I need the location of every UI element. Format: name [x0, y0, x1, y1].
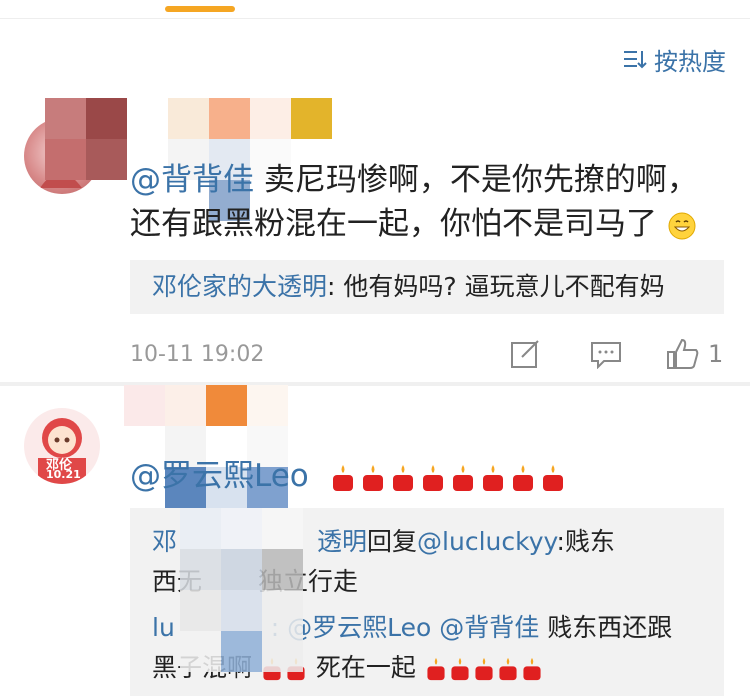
- sort-label: 按热度: [654, 48, 726, 76]
- candle-icon: [512, 464, 533, 491]
- like-icon[interactable]: [666, 338, 700, 370]
- mention-link[interactable]: @lucluckyy: [417, 527, 556, 556]
- reply-username[interactable]: 邓: [152, 527, 177, 556]
- candle-icon: [475, 657, 493, 681]
- comment-body: @背背佳 卖尼玛惨啊，不是你先撩的啊，还有跟黑粉混在一起，你怕不是司马了: [130, 158, 722, 246]
- candle-icon: [482, 464, 503, 491]
- comment-body: @罗云熙Leo: [130, 454, 722, 498]
- tab-bar-divider: [0, 18, 750, 19]
- sort-icon: [624, 50, 647, 68]
- sort-by-hot-button[interactable]: 按热度: [622, 42, 726, 77]
- action-bar: 1: [510, 338, 723, 370]
- mention-link[interactable]: @背背佳: [130, 162, 254, 198]
- timestamp: 10-11 19:02: [130, 342, 265, 367]
- mention-link[interactable]: : @罗云熙Leo @背背佳: [271, 613, 539, 642]
- comment-icon[interactable]: [590, 339, 622, 369]
- reply-username[interactable]: lu: [152, 613, 175, 642]
- reply-username[interactable]: 邓伦家的大透明: [152, 272, 327, 301]
- candle-icon: [392, 464, 413, 491]
- reply-text: : 他有妈吗? 逼玩意儿不配有妈: [327, 272, 665, 301]
- privacy-mosaic: [180, 508, 303, 672]
- candle-icon: [542, 464, 563, 491]
- candle-icon: [451, 657, 469, 681]
- candle-icon: [332, 464, 353, 491]
- candle-icon: [523, 657, 541, 681]
- candle-icon: [422, 464, 443, 491]
- candle-emoji-row: [329, 463, 567, 493]
- active-tab-indicator: [165, 6, 235, 12]
- repost-icon[interactable]: [510, 339, 542, 369]
- candle-icon: [452, 464, 473, 491]
- mention-link[interactable]: @罗云熙Leo: [130, 458, 309, 494]
- candle-icon: [427, 657, 445, 681]
- reply-preview[interactable]: 邓伦家的大透明: 他有妈吗? 逼玩意儿不配有妈: [130, 260, 724, 314]
- candle-icon: [499, 657, 517, 681]
- grin-emoji-icon: [668, 212, 696, 239]
- avatar-date: 10.21: [46, 468, 81, 481]
- avatar[interactable]: 邓伦 10.21: [24, 408, 100, 484]
- comment-separator: [0, 382, 750, 386]
- candle-icon: [362, 464, 383, 491]
- like-count: 1: [708, 340, 724, 368]
